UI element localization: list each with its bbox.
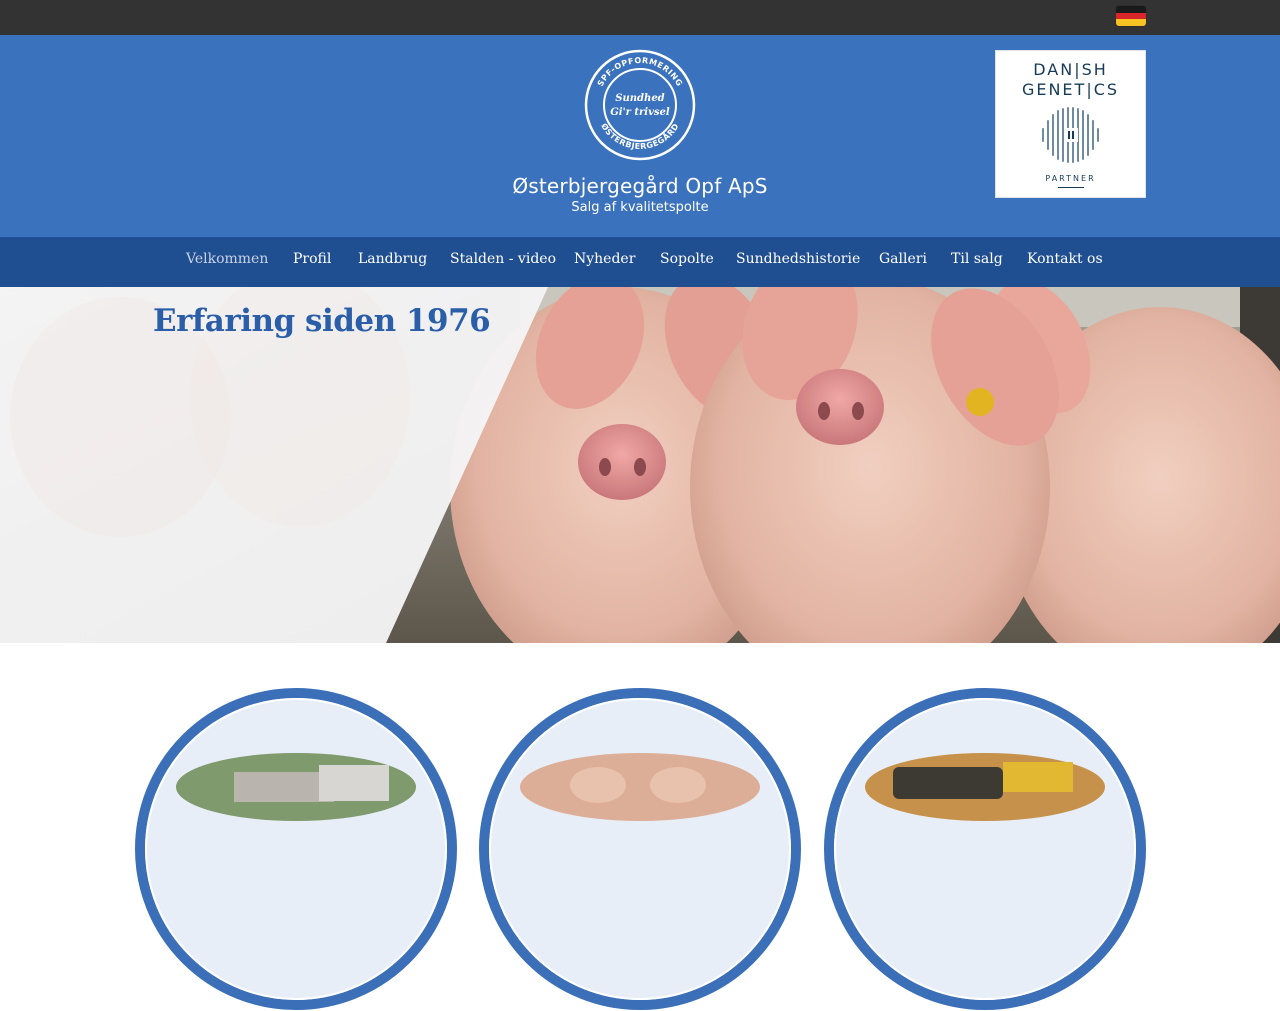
nav-item-galleri[interactable]: Galleri [879, 251, 927, 267]
nav-item-sundhedshistorie[interactable]: Sundhedshistorie [736, 251, 860, 267]
danish-genetics-partner-logo[interactable]: DAN|SH GENET|CS PARTNER [995, 50, 1146, 198]
germany-flag-icon[interactable] [1116, 6, 1146, 26]
feature-circle-udstyr[interactable] [823, 687, 1147, 1011]
hero-banner: Erfaring siden 1976 [0, 287, 1280, 643]
nav-item-til-salg[interactable]: Til salg [951, 251, 1003, 267]
main-navigation: Velkommen Profil Landbrug Stalden - vide… [0, 237, 1280, 287]
brand-name: Østerbjergegård Opf ApS [512, 174, 768, 198]
feature-circle-sopolte[interactable] [478, 687, 802, 1011]
brand-tagline: Salg af kvalitetspolte [571, 200, 709, 215]
partner-line-3: PARTNER [1045, 174, 1096, 183]
partner-line-1: DAN|SH [1033, 60, 1108, 79]
svg-text:Sundhed: Sundhed [615, 93, 664, 104]
fingerprint-icon [1042, 107, 1099, 163]
top-bar [0, 0, 1280, 35]
feature-circle-landbrug[interactable] [134, 687, 458, 1011]
logo-seal[interactable]: SPF-OPFORMERING ØSTERBJERGEGÅRD Sundhed … [584, 49, 696, 161]
svg-text:Gi'r trivsel: Gi'r trivsel [610, 107, 670, 118]
hero-title: Erfaring siden 1976 [153, 303, 491, 339]
nav-item-nyheder[interactable]: Nyheder [574, 251, 635, 267]
nav-item-landbrug[interactable]: Landbrug [358, 251, 427, 267]
nav-item-kontakt-os[interactable]: Kontakt os [1027, 251, 1103, 267]
partner-underline [1058, 187, 1084, 188]
nav-item-stalden-video[interactable]: Stalden - video [450, 251, 556, 267]
nav-item-profil[interactable]: Profil [293, 251, 331, 267]
partner-line-2: GENET|CS [1021, 80, 1120, 99]
hero-pigs-photo [0, 287, 1280, 643]
nav-item-velkommen[interactable]: Velkommen [186, 251, 268, 267]
nav-item-sopolte[interactable]: Sopolte [660, 251, 714, 267]
site-header: SPF-OPFORMERING ØSTERBJERGEGÅRD Sundhed … [0, 35, 1280, 237]
